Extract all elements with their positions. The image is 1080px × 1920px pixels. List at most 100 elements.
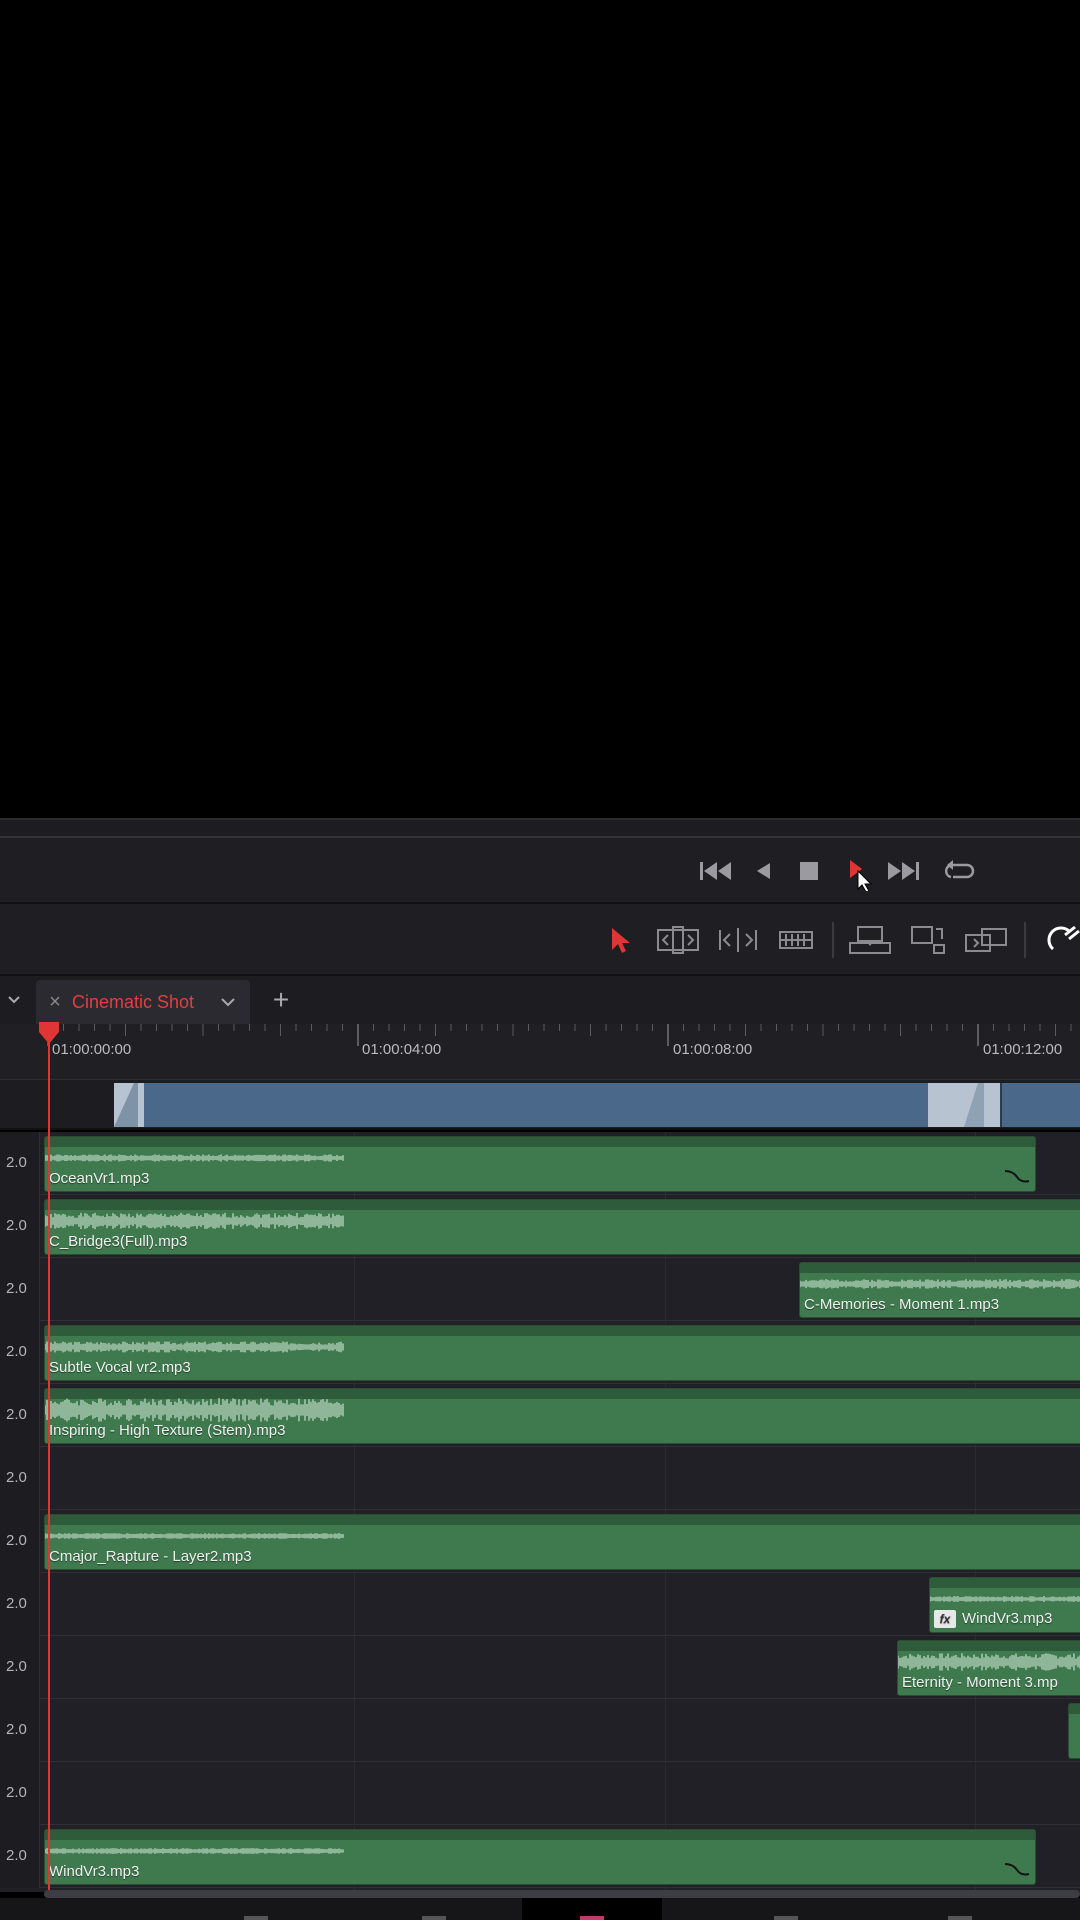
insert-clip-button[interactable] (846, 916, 894, 964)
track-header[interactable]: 2.0 (0, 1636, 40, 1699)
audio-track-row: 2.0 OceanVr1.mp3 (0, 1132, 1080, 1195)
audio-track-row: 2.0 (0, 1699, 1080, 1762)
close-tab-button[interactable]: × (44, 988, 66, 1016)
add-timeline-tab-button[interactable]: + (266, 980, 296, 1020)
track-header[interactable]: 2.0 (0, 1258, 40, 1321)
audio-clip[interactable]: C-Memories - Moment 1.mp3 (799, 1262, 1080, 1318)
transition-right[interactable] (928, 1083, 1002, 1127)
play-reverse-icon (757, 863, 770, 879)
tab-cinematic-shot[interactable]: × Cinematic Shot (36, 980, 250, 1024)
track-header[interactable]: 2.0 (0, 1762, 40, 1825)
nav-tab-edit[interactable] (522, 1898, 662, 1920)
waveform (45, 1154, 344, 1162)
playhead-marker-icon[interactable] (37, 1022, 61, 1044)
timeline-list-dropdown[interactable] (0, 976, 28, 1024)
track-channel-level: 2.0 (6, 1721, 27, 1738)
selection-tool-icon (612, 928, 630, 953)
track-header[interactable]: 2.0 (0, 1132, 40, 1195)
audio-clip[interactable]: Inspiring - High Texture (Stem).mp3 (44, 1388, 1080, 1444)
waveform-path (45, 1212, 344, 1230)
snapping-button[interactable] (1040, 916, 1080, 964)
waveform (45, 1212, 344, 1230)
track-header[interactable]: 2.0 (0, 1321, 40, 1384)
snapping-icon (1047, 925, 1080, 951)
clip-name: WindVr3.mp3 (49, 1863, 140, 1880)
nav-tab-cut[interactable] (364, 1898, 504, 1920)
toolbar-separator (1024, 922, 1026, 958)
waveform (800, 1279, 1080, 1289)
viewer (0, 0, 1080, 818)
track-header[interactable]: 2.0 (0, 1573, 40, 1636)
skip-to-end-button[interactable] (880, 848, 926, 894)
replace-clip-icon (965, 928, 1007, 952)
audio-clip[interactable]: C_Bridge3(Full).mp3 (44, 1199, 1080, 1255)
fade-handle-icon[interactable] (1003, 1167, 1031, 1185)
clip-name-text: WindVr3.mp3 (962, 1609, 1053, 1627)
tab-label: Cinematic Shot (72, 992, 195, 1012)
replace-clip-button[interactable] (962, 916, 1010, 964)
nav-tab-media[interactable] (186, 1898, 326, 1920)
timeline-tab-bar: × Cinematic Shot + (0, 976, 1080, 1024)
color-page-icon (948, 1916, 972, 1920)
audio-track-row: 2.0 Subtle Vocal vr2.mp3 (0, 1321, 1080, 1384)
track-channel-level: 2.0 (6, 1343, 27, 1360)
audio-track-row: 2.0 (0, 1447, 1080, 1510)
audio-clip[interactable]: fx WindVr3.mp3 (929, 1577, 1080, 1633)
chevron-down-icon[interactable] (216, 990, 240, 1014)
trim-edit-button[interactable] (654, 916, 702, 964)
track-header[interactable]: 2.0 (0, 1384, 40, 1447)
dynamic-trim-button[interactable] (714, 916, 762, 964)
playhead[interactable] (48, 1024, 50, 1894)
audio-clip[interactable] (1068, 1703, 1080, 1759)
audio-clip[interactable]: OceanVr1.mp3 (44, 1136, 1036, 1192)
skip-to-start-button[interactable] (693, 848, 739, 894)
skip-to-start-icon (700, 862, 731, 880)
track-header[interactable]: 2.0 (0, 1699, 40, 1762)
track-channel-level: 2.0 (6, 1154, 27, 1171)
play-icon (850, 860, 873, 891)
track-header[interactable]: 2.0 (0, 1510, 40, 1573)
track-header[interactable]: 2.0 (0, 1447, 40, 1510)
fade-handle-icon[interactable] (1003, 1860, 1031, 1878)
fx-badge: fx (934, 1610, 956, 1628)
play-reverse-button[interactable] (740, 848, 786, 894)
audio-track-row: 2.0 Cmajor_Rapture - Layer2.mp3 (0, 1510, 1080, 1573)
edit-toolbar (0, 904, 1080, 976)
blade-icon (779, 931, 813, 949)
waveform-path (930, 1596, 1080, 1602)
timeline-horizontal-scrollbar[interactable] (44, 1890, 1080, 1898)
track-channel-level: 2.0 (6, 1595, 27, 1612)
overwrite-clip-button[interactable] (904, 916, 952, 964)
clip-name: C-Memories - Moment 1.mp3 (804, 1296, 1000, 1313)
track-header[interactable]: 2.0 (0, 1825, 40, 1888)
track-header[interactable]: 2.0 (0, 1195, 40, 1258)
selection-tool-button[interactable] (596, 916, 644, 964)
video-clip[interactable] (114, 1083, 1080, 1127)
audio-track-row: 2.0 WindVr3.mp3 (0, 1825, 1080, 1888)
clip-name: Cmajor_Rapture - Layer2.mp3 (49, 1548, 252, 1565)
loop-icon (944, 860, 975, 879)
audio-clip[interactable]: Eternity - Moment 3.mp (897, 1640, 1080, 1696)
nav-tab-fusion[interactable] (716, 1898, 856, 1920)
loop-button[interactable] (936, 848, 982, 894)
skip-to-end-icon (888, 862, 919, 880)
cut-page-icon (422, 1916, 446, 1920)
timecode-label: 01:00:04:00 (362, 1041, 442, 1058)
track-channel-level: 2.0 (6, 1217, 27, 1234)
stop-icon (800, 862, 818, 880)
nav-tab-color[interactable] (890, 1898, 1030, 1920)
audio-track-row: 2.0 Inspiring - High Texture (Stem).mp3 (0, 1384, 1080, 1447)
blade-button[interactable] (772, 916, 820, 964)
stop-button[interactable] (786, 848, 832, 894)
audio-clip[interactable]: Subtle Vocal vr2.mp3 (44, 1325, 1080, 1381)
transition-left[interactable] (114, 1083, 144, 1127)
dynamic-trim-icon (719, 928, 757, 952)
audio-clip[interactable]: WindVr3.mp3 (44, 1829, 1036, 1885)
timeline-ruler[interactable]: 01:00:00:00 01:00:04:00 01:00:08:00 01:0… (0, 1024, 1080, 1080)
panel-divider[interactable] (0, 818, 1080, 838)
waveform (45, 1848, 344, 1854)
play-button[interactable] (832, 848, 878, 894)
page-navigation-bar (0, 1898, 1080, 1920)
video-track (0, 1080, 1080, 1130)
audio-clip[interactable]: Cmajor_Rapture - Layer2.mp3 (44, 1514, 1080, 1570)
